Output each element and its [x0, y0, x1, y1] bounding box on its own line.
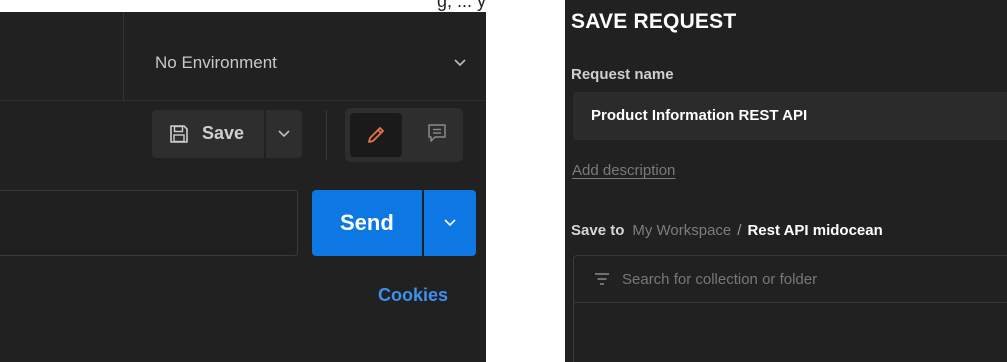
breadcrumb-collection: Rest API midocean: [747, 222, 883, 239]
url-input[interactable]: [0, 190, 298, 256]
environment-selector[interactable]: No Environment: [124, 12, 486, 100]
request-name-value: Product Information REST API: [591, 107, 808, 124]
save-to-label: Save to: [571, 222, 625, 239]
request-name-input[interactable]: Product Information REST API: [573, 92, 1007, 140]
collection-search-bar: [574, 256, 1007, 303]
divider: [326, 110, 327, 160]
caption-text: g, ... y: [436, 0, 486, 11]
comment-icon: [428, 124, 446, 142]
filter-icon: [595, 273, 609, 285]
send-dropdown-button[interactable]: [424, 190, 476, 256]
send-button-label: Send: [340, 210, 394, 235]
collection-browser: [573, 255, 1007, 362]
breadcrumb-workspace[interactable]: My Workspace: [632, 222, 731, 239]
save-button[interactable]: Save: [152, 110, 264, 158]
save-dropdown-button[interactable]: [266, 110, 302, 158]
pencil-icon: [368, 127, 384, 143]
collection-search-input[interactable]: [622, 269, 1002, 289]
breadcrumb-separator: /: [737, 222, 742, 239]
environment-bar: No Environment: [0, 12, 486, 101]
save-request-dialog: SAVE REQUEST Request name Product Inform…: [565, 0, 1007, 362]
send-button[interactable]: Send: [312, 190, 422, 256]
floppy-disk-icon: [170, 125, 188, 143]
chevron-down-icon: [454, 59, 466, 67]
request-name-label: Request name: [571, 66, 674, 83]
request-panel: No Environment Save Send Cookies: [0, 12, 486, 362]
environment-label: No Environment: [155, 53, 277, 72]
dialog-title: SAVE REQUEST: [571, 10, 737, 33]
add-description-link[interactable]: Add description: [572, 162, 675, 179]
edit-mode-button[interactable]: [350, 113, 402, 157]
save-to-breadcrumb: Save to My Workspace / Rest API midocean: [571, 222, 883, 239]
mode-toggle-group: [345, 108, 463, 162]
chevron-down-icon: [444, 219, 456, 227]
cookies-link[interactable]: Cookies: [378, 285, 448, 306]
chevron-down-icon: [278, 130, 290, 138]
save-button-label: Save: [202, 123, 245, 143]
